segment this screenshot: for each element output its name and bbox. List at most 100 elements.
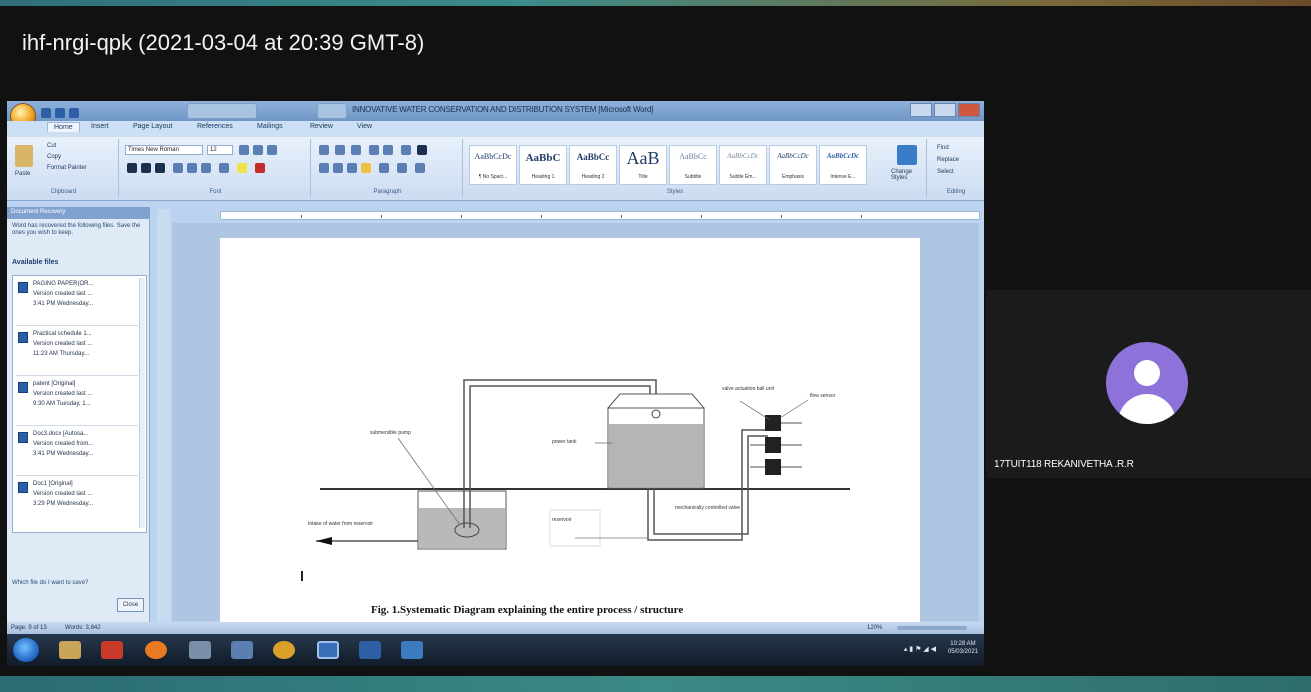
copy-button[interactable]: Copy [47, 154, 61, 160]
app-icon-9[interactable] [401, 641, 423, 659]
style-heading-1[interactable]: AaBbC Heading 1 [519, 145, 567, 185]
recovery-file-item[interactable]: Practical schedule 1... Version created … [16, 328, 138, 376]
highlight-icon[interactable] [237, 163, 247, 173]
horizontal-ruler[interactable] [220, 211, 980, 220]
style-intense-emphasis[interactable]: AaBbCcDc Intense E... [819, 145, 867, 185]
bold-icon[interactable] [127, 163, 137, 173]
tab-references[interactable]: References [197, 123, 233, 130]
style-no-spacing[interactable]: AaBbCcDc ¶ No Spaci... [469, 145, 517, 185]
acrobat-icon[interactable] [101, 641, 123, 659]
document-page[interactable]: submersible pump power tank valve actuat… [220, 238, 920, 623]
recovery-file-item[interactable]: Doc1 [Original] Version created last ...… [16, 478, 138, 526]
taskbar-tab-1[interactable] [187, 103, 257, 119]
pilcrow-icon[interactable] [417, 145, 427, 155]
styles-group: AaBbCcDc ¶ No Spaci... AaBbC Heading 1 A… [465, 139, 885, 197]
close-icon[interactable] [958, 103, 980, 117]
increase-indent-icon[interactable] [383, 145, 393, 155]
line-spacing-icon[interactable] [379, 163, 389, 173]
system-tray-icons[interactable]: ▴ ▮ ⚑ ◢ ◀ [904, 645, 936, 653]
tab-home[interactable]: Home [47, 122, 80, 132]
tab-insert[interactable]: Insert [91, 123, 109, 130]
italic-icon[interactable] [141, 163, 151, 173]
recovery-close-button[interactable]: Close [117, 598, 144, 612]
tab-page-layout[interactable]: Page Layout [133, 123, 172, 130]
tab-review[interactable]: Review [310, 123, 333, 130]
shrink-font-icon[interactable] [253, 145, 263, 155]
editing-group: Find Replace Select Editing [929, 139, 983, 197]
paste-icon[interactable] [15, 145, 33, 167]
align-left-icon[interactable] [319, 163, 329, 173]
word-file-icon [18, 282, 28, 293]
taskbar-tab-2[interactable] [317, 103, 347, 119]
chrome-icon[interactable] [273, 641, 295, 659]
justify-icon[interactable] [361, 163, 371, 173]
tank-label: power tank [552, 439, 577, 445]
style-subtle-emphasis[interactable]: AaBbCcDc Subtle Em... [719, 145, 767, 185]
font-size-select[interactable]: 12 [207, 145, 233, 155]
select-button[interactable]: Select [937, 169, 954, 175]
recovery-help-link[interactable]: Which file do I want to save? [12, 580, 88, 586]
sump-water [419, 508, 505, 548]
strikethrough-icon[interactable] [173, 163, 183, 173]
word-icon[interactable] [317, 641, 339, 659]
align-center-icon[interactable] [333, 163, 343, 173]
clipboard-group: Paste Cut Copy Format Painter Clipboard [9, 139, 119, 197]
start-icon[interactable] [13, 638, 39, 662]
align-right-icon[interactable] [347, 163, 357, 173]
find-button[interactable]: Find [937, 145, 949, 151]
zoom-level[interactable]: 120% [867, 625, 882, 631]
grow-font-icon[interactable] [239, 145, 249, 155]
font-color-icon[interactable] [255, 163, 265, 173]
change-case-icon[interactable] [219, 163, 229, 173]
recovery-file-item[interactable]: patent [Original] Version created last .… [16, 378, 138, 426]
app-icon-5[interactable] [231, 641, 253, 659]
meet-window: ihf-nrgi-qpk (2021-03-04 at 20:39 GMT-8)… [0, 0, 1311, 692]
minimize-icon[interactable] [910, 103, 932, 117]
intake-label: Intake of water from reservoir [308, 521, 373, 527]
maximize-icon[interactable] [934, 103, 956, 117]
participant-tile[interactable]: 17TUIT118 REKANIVETHA .R.R [986, 290, 1311, 478]
window-controls[interactable] [908, 103, 980, 118]
superscript-icon[interactable] [201, 163, 211, 173]
recovery-file-item[interactable]: PAGING PAPER(OR... Version created last … [16, 278, 138, 326]
replace-button[interactable]: Replace [937, 157, 959, 163]
top-strip [0, 0, 1311, 6]
multilevel-list-icon[interactable] [351, 145, 361, 155]
recovery-file-item[interactable]: Doc3.docx [Autosa... Version created fro… [16, 428, 138, 476]
firefox-icon[interactable] [145, 641, 167, 659]
style-title[interactable]: AaB Title [619, 145, 667, 185]
decrease-indent-icon[interactable] [369, 145, 379, 155]
word-count[interactable]: Words: 3,842 [65, 625, 101, 631]
underline-icon[interactable] [155, 163, 165, 173]
quick-access-toolbar[interactable] [41, 105, 111, 118]
app-icon-8[interactable] [359, 641, 381, 659]
clear-format-icon[interactable] [267, 145, 277, 155]
shading-icon[interactable] [397, 163, 407, 173]
cut-button[interactable]: Cut [47, 143, 56, 149]
change-styles-icon[interactable] [897, 145, 917, 165]
font-name-select[interactable]: Times New Roman [125, 145, 203, 155]
app-icon-4[interactable] [189, 641, 211, 659]
bullets-icon[interactable] [319, 145, 329, 155]
page-count[interactable]: Page: 9 of 13 [11, 625, 47, 631]
style-heading-2[interactable]: AaBbCc Heading 2 [569, 145, 617, 185]
change-styles-button[interactable]: Change Styles [891, 169, 925, 181]
explorer-icon[interactable] [59, 641, 81, 659]
style-subtitle[interactable]: AaBbCc Subtitle [669, 145, 717, 185]
subscript-icon[interactable] [187, 163, 197, 173]
sort-icon[interactable] [401, 145, 411, 155]
zoom-slider[interactable] [897, 626, 967, 630]
reservoir-label: reservoir [552, 517, 572, 523]
tab-view[interactable]: View [357, 123, 372, 130]
borders-icon[interactable] [415, 163, 425, 173]
taskbar-clock[interactable]: 10:28 AM 05/03/2021 [948, 640, 978, 656]
tab-mailings[interactable]: Mailings [257, 123, 283, 130]
paste-label[interactable]: Paste [15, 171, 30, 177]
bottom-band [0, 676, 1311, 692]
word-file-icon [18, 432, 28, 443]
pump-label: submersible pump [370, 430, 411, 436]
recovery-list-scrollbar[interactable] [139, 278, 145, 528]
style-emphasis[interactable]: AaBbCcDc Emphasis [769, 145, 817, 185]
numbering-icon[interactable] [335, 145, 345, 155]
format-painter-button[interactable]: Format Painter [47, 165, 87, 171]
